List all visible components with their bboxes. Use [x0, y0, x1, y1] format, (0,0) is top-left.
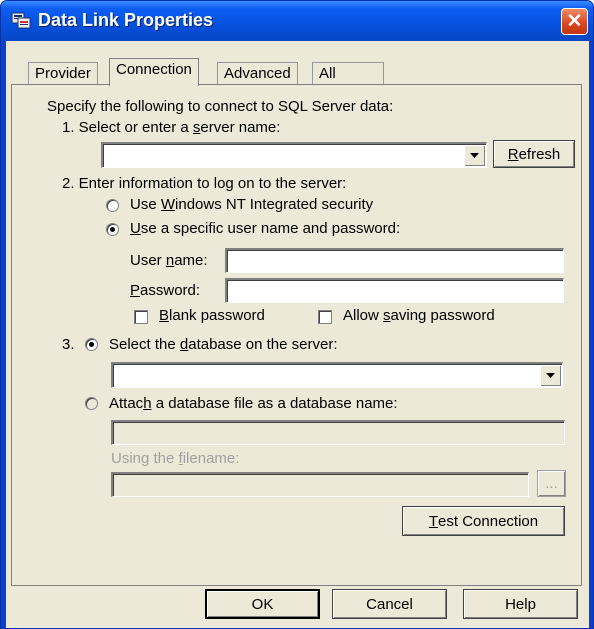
tab-connection[interactable]: Connection	[109, 58, 199, 86]
help-label: Help	[505, 595, 536, 613]
step2-label: 2. Enter information to log on to the se…	[62, 175, 347, 192]
tab-label: Connection	[116, 61, 192, 78]
allow-saving-password-checkbox[interactable]	[318, 310, 332, 324]
ok-label: OK	[251, 595, 274, 613]
cancel-button[interactable]: Cancel	[332, 589, 447, 619]
intro-text: Specify the following to connect to SQL …	[47, 98, 394, 115]
blank-password-checkbox[interactable]	[134, 310, 148, 324]
allow-saving-password-label[interactable]: Allow saving password	[343, 307, 495, 324]
server-name-combo[interactable]	[101, 142, 487, 168]
close-icon: ✕	[566, 11, 583, 32]
chevron-down-icon	[546, 373, 555, 378]
tab-advanced[interactable]: Advanced	[217, 62, 298, 85]
cancel-label: Cancel	[366, 595, 413, 613]
attach-database-name-input[interactable]	[111, 420, 565, 445]
attach-database-radio[interactable]	[85, 397, 98, 410]
database-dropdown-button[interactable]	[540, 365, 561, 386]
tab-provider[interactable]: Provider	[28, 62, 98, 85]
windows-nt-radio[interactable]	[106, 199, 119, 212]
help-button[interactable]: Help	[463, 589, 578, 619]
tab-strip: Provider Connection Advanced All	[6, 41, 589, 86]
connection-panel: Specify the following to connect to SQL …	[11, 84, 582, 586]
password-input[interactable]	[225, 278, 564, 303]
ok-button[interactable]: OK	[205, 589, 320, 619]
specific-user-label[interactable]: Use a specific user name and password:	[130, 220, 400, 237]
server-dropdown-button[interactable]	[464, 145, 485, 166]
step1-label: 1. Select or enter a server name:	[62, 119, 281, 136]
attach-database-label[interactable]: Attach a database file as a database nam…	[109, 395, 398, 412]
chevron-down-icon	[470, 153, 479, 158]
data-link-icon	[11, 12, 31, 29]
password-label: Password:	[130, 282, 201, 299]
tab-all[interactable]: All	[312, 62, 384, 85]
username-input[interactable]	[225, 248, 564, 273]
username-label: User name:	[130, 252, 208, 269]
dialog-window: Data Link Properties ✕ Provider Connecti…	[0, 0, 594, 629]
browse-label: ...	[545, 475, 558, 492]
close-button[interactable]: ✕	[561, 8, 588, 35]
tab-label: Provider	[35, 65, 91, 82]
windows-nt-label[interactable]: Use Windows NT Integrated security	[130, 196, 373, 213]
step3-number: 3.	[62, 336, 75, 353]
select-database-radio[interactable]	[85, 338, 98, 351]
test-connection-button[interactable]: Test Connection	[402, 506, 565, 536]
filename-input[interactable]	[111, 472, 529, 497]
refresh-button[interactable]: Refresh	[493, 140, 575, 168]
window-title: Data Link Properties	[38, 10, 214, 30]
title-bar[interactable]: Data Link Properties ✕	[1, 1, 593, 41]
filename-label: Using the filename:	[111, 450, 240, 467]
select-database-label[interactable]: Select the database on the server:	[109, 336, 338, 353]
tab-label: Advanced	[224, 65, 291, 82]
tab-label: All	[319, 65, 336, 82]
browse-button[interactable]: ...	[537, 470, 566, 497]
dialog-body: Provider Connection Advanced All Specify…	[6, 41, 589, 628]
database-combo[interactable]	[111, 362, 563, 388]
specific-user-radio[interactable]	[106, 223, 119, 236]
blank-password-label[interactable]: Blank password	[159, 307, 265, 324]
